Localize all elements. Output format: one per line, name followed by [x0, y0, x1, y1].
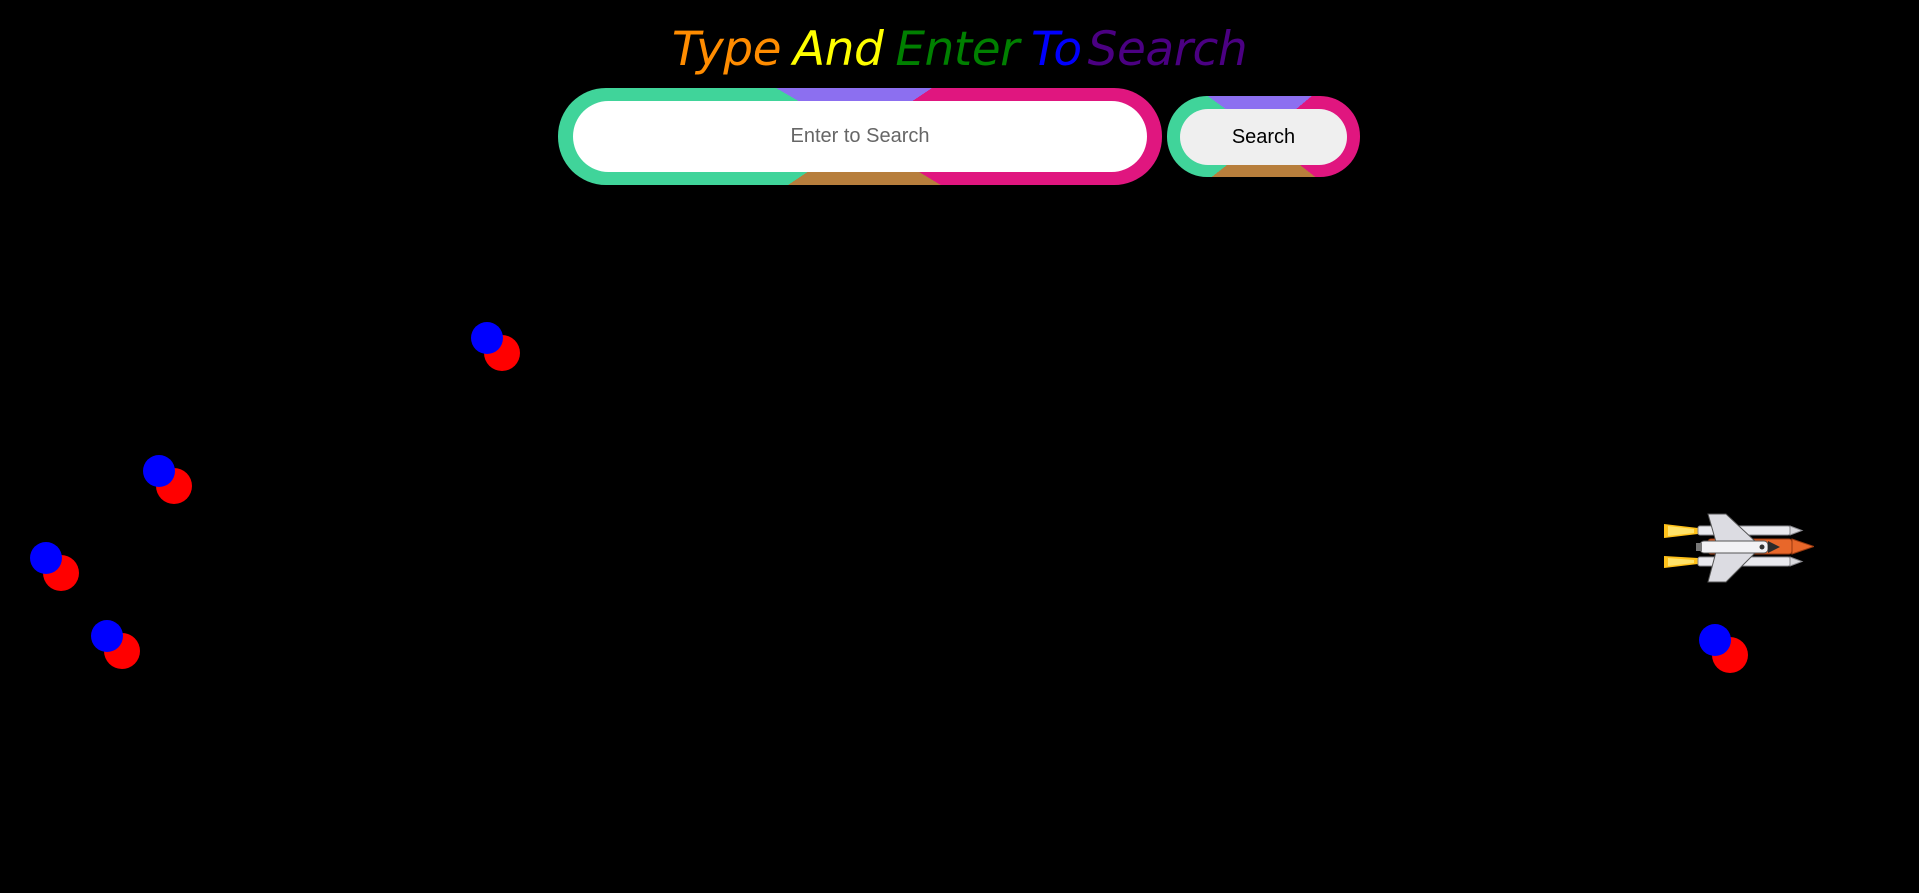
ball-pair: [1699, 624, 1749, 674]
blue-ball: [91, 620, 123, 652]
search-button[interactable]: Search: [1180, 109, 1347, 165]
title-word-enter: Enter: [895, 22, 1019, 77]
ball-pair: [91, 620, 141, 670]
blue-ball: [143, 455, 175, 487]
ball-pair: [143, 455, 193, 505]
title-word-and: And: [793, 22, 884, 77]
blue-ball: [471, 322, 503, 354]
page-canvas: TypeAndEnterToSearch Search: [0, 0, 1919, 893]
ball-pair: [30, 542, 80, 592]
page-title: Type And Enter To Search: [0, 22, 1919, 78]
ball-pair: [471, 322, 521, 372]
blue-ball: [30, 542, 62, 574]
title-word-type: Type: [671, 22, 782, 77]
title-word-search: Search: [1087, 22, 1248, 77]
title-word-to: To: [1030, 22, 1082, 77]
space-shuttle-icon: [1664, 513, 1814, 583]
search-input[interactable]: [573, 101, 1147, 172]
blue-ball: [1699, 624, 1731, 656]
